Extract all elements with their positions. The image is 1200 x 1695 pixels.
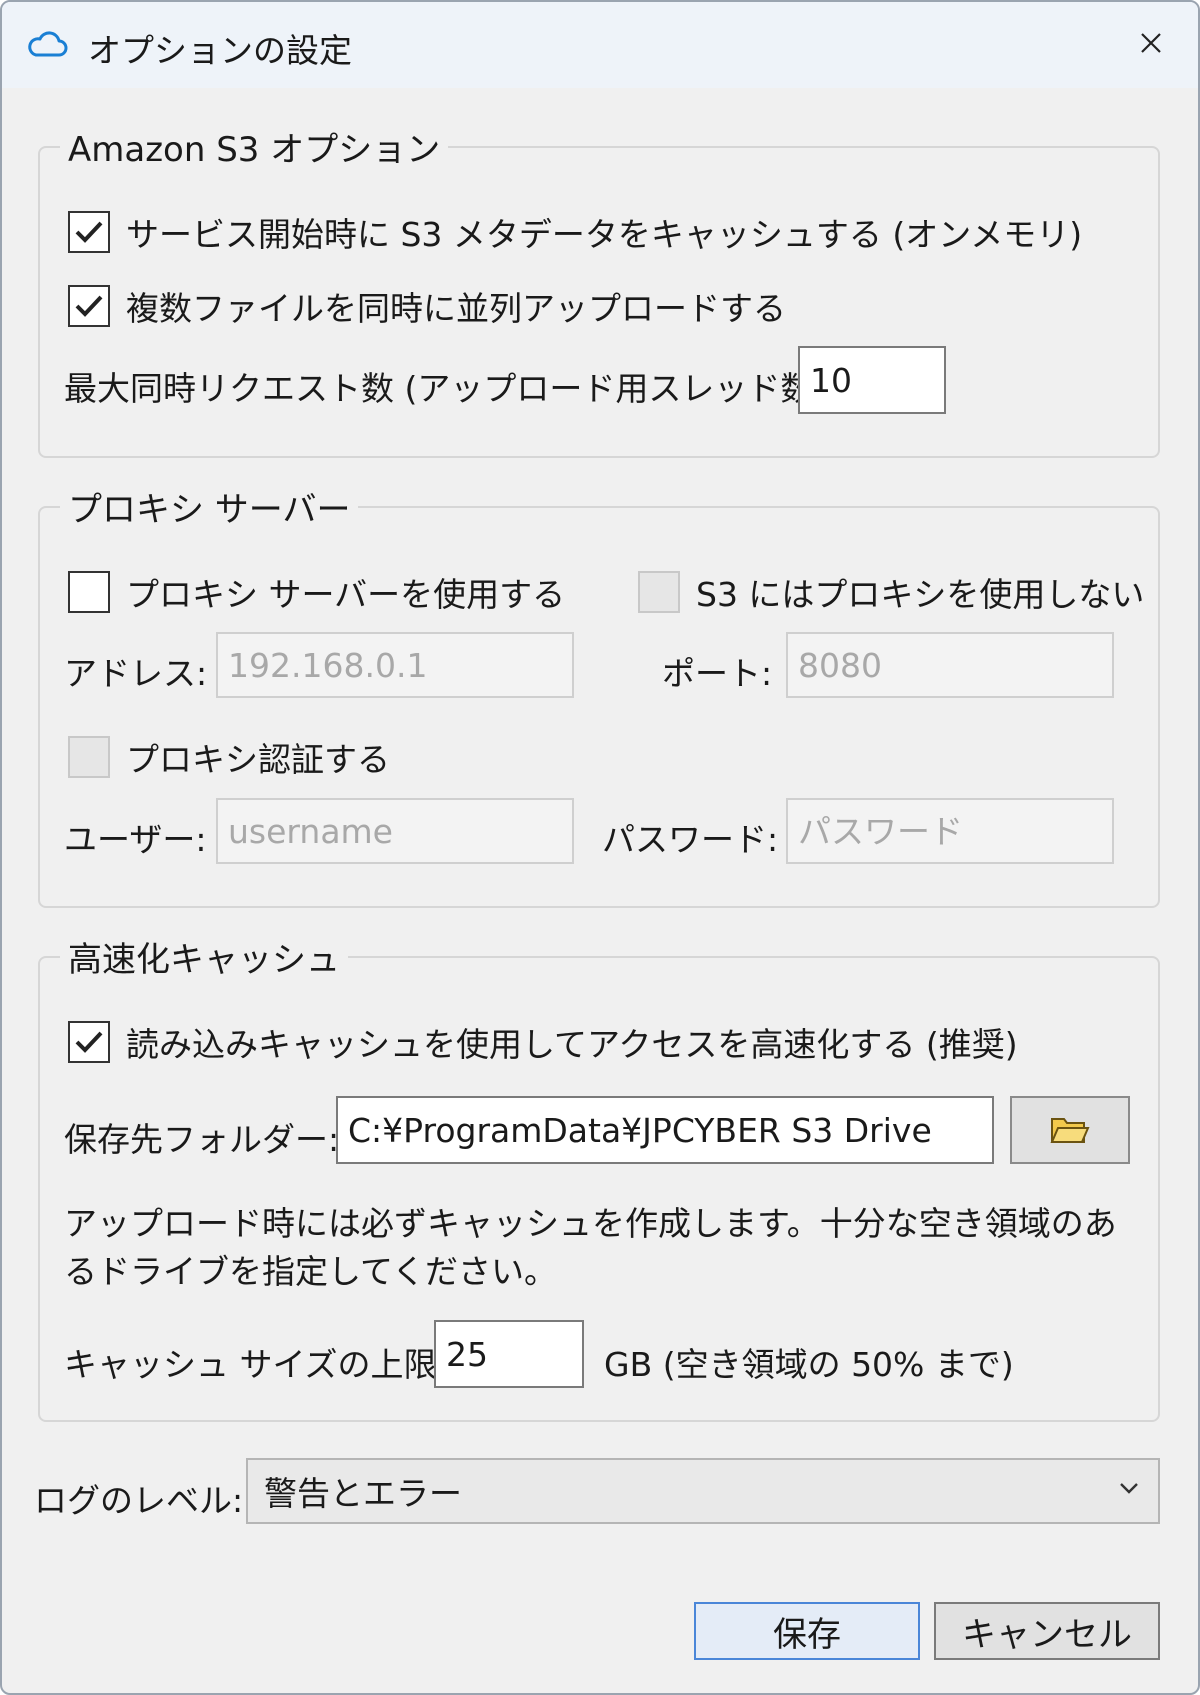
read-cache-checkbox[interactable] [68,1021,110,1063]
cancel-button[interactable]: キャンセル [934,1602,1160,1660]
folder-icon [1050,1118,1090,1143]
cache-size-input[interactable] [434,1320,584,1388]
close-button[interactable] [1124,22,1178,68]
address-input[interactable] [216,632,574,698]
proxy-auth-label: プロキシ認証する [126,740,390,779]
parallel-upload-option[interactable]: 複数ファイルを同時に並列アップロードする [68,282,786,330]
check-icon [75,295,103,317]
proxy-auth-checkbox[interactable] [68,736,110,778]
no-proxy-s3-option[interactable]: S3 にはプロキシを使用しない [638,568,1144,616]
folder-label: 保存先フォルダー: [64,1120,340,1159]
cache-metadata-option[interactable]: サービス開始時に S3 メタデータをキャッシュする (オンメモリ) [68,208,1082,256]
log-level-label: ログのレベル: [34,1481,244,1520]
s3-options-label: Amazon S3 オプション [60,122,449,171]
password-input[interactable] [786,798,1114,864]
options-dialog: オプションの設定 Amazon S3 オプション サービス開始時に S3 メタデ… [0,0,1200,1695]
user-input[interactable] [216,798,574,864]
port-label: ポート: [662,654,773,693]
cache-metadata-label: サービス開始時に S3 メタデータをキャッシュする (オンメモリ) [126,215,1083,254]
user-label: ユーザー: [64,820,207,859]
parallel-upload-label: 複数ファイルを同時に並列アップロードする [126,289,786,328]
chevron-down-icon [1118,1480,1140,1500]
no-proxy-s3-checkbox[interactable] [638,571,680,613]
cache-metadata-checkbox[interactable] [68,211,110,253]
cache-size-label: キャッシュ サイズの上限: [64,1345,448,1384]
check-icon [75,1031,103,1053]
use-proxy-option[interactable]: プロキシ サーバーを使用する [68,568,565,616]
use-proxy-label: プロキシ サーバーを使用する [126,575,566,614]
max-requests-label: 最大同時リクエスト数 (アップロード用スレッド数) ： [64,369,870,408]
folder-input[interactable] [336,1096,994,1164]
no-proxy-s3-label: S3 にはプロキシを使用しない [696,575,1145,614]
save-button[interactable]: 保存 [694,1602,920,1660]
log-level-select[interactable]: 警告とエラー [246,1458,1160,1524]
read-cache-label: 読み込みキャッシュを使用してアクセスを高速化する (推奨) [126,1025,1018,1064]
log-level-value: 警告とエラー [264,1474,462,1513]
title-bar: オプションの設定 [2,2,1198,88]
password-label: パスワード: [602,820,779,859]
proxy-auth-option[interactable]: プロキシ認証する [68,733,390,781]
use-proxy-checkbox[interactable] [68,571,110,613]
port-input[interactable] [786,632,1114,698]
max-requests-input[interactable] [798,346,946,414]
parallel-upload-checkbox[interactable] [68,285,110,327]
proxy-label: プロキシ サーバー [60,482,359,531]
browse-folder-button[interactable] [1010,1096,1130,1164]
close-icon [1140,32,1162,58]
check-icon [75,221,103,243]
window-title: オプションの設定 [88,31,352,70]
cache-size-unit: GB (空き領域の 50% まで) [604,1345,1014,1384]
cache-note: アップロード時には必ずキャッシュを作成します。十分な空き領域のあるドライブを指定… [64,1204,1117,1291]
cache-label: 高速化キャッシュ [60,932,348,981]
address-label: アドレス: [64,654,208,693]
cloud-icon [26,28,68,58]
read-cache-option[interactable]: 読み込みキャッシュを使用してアクセスを高速化する (推奨) [68,1018,1018,1066]
